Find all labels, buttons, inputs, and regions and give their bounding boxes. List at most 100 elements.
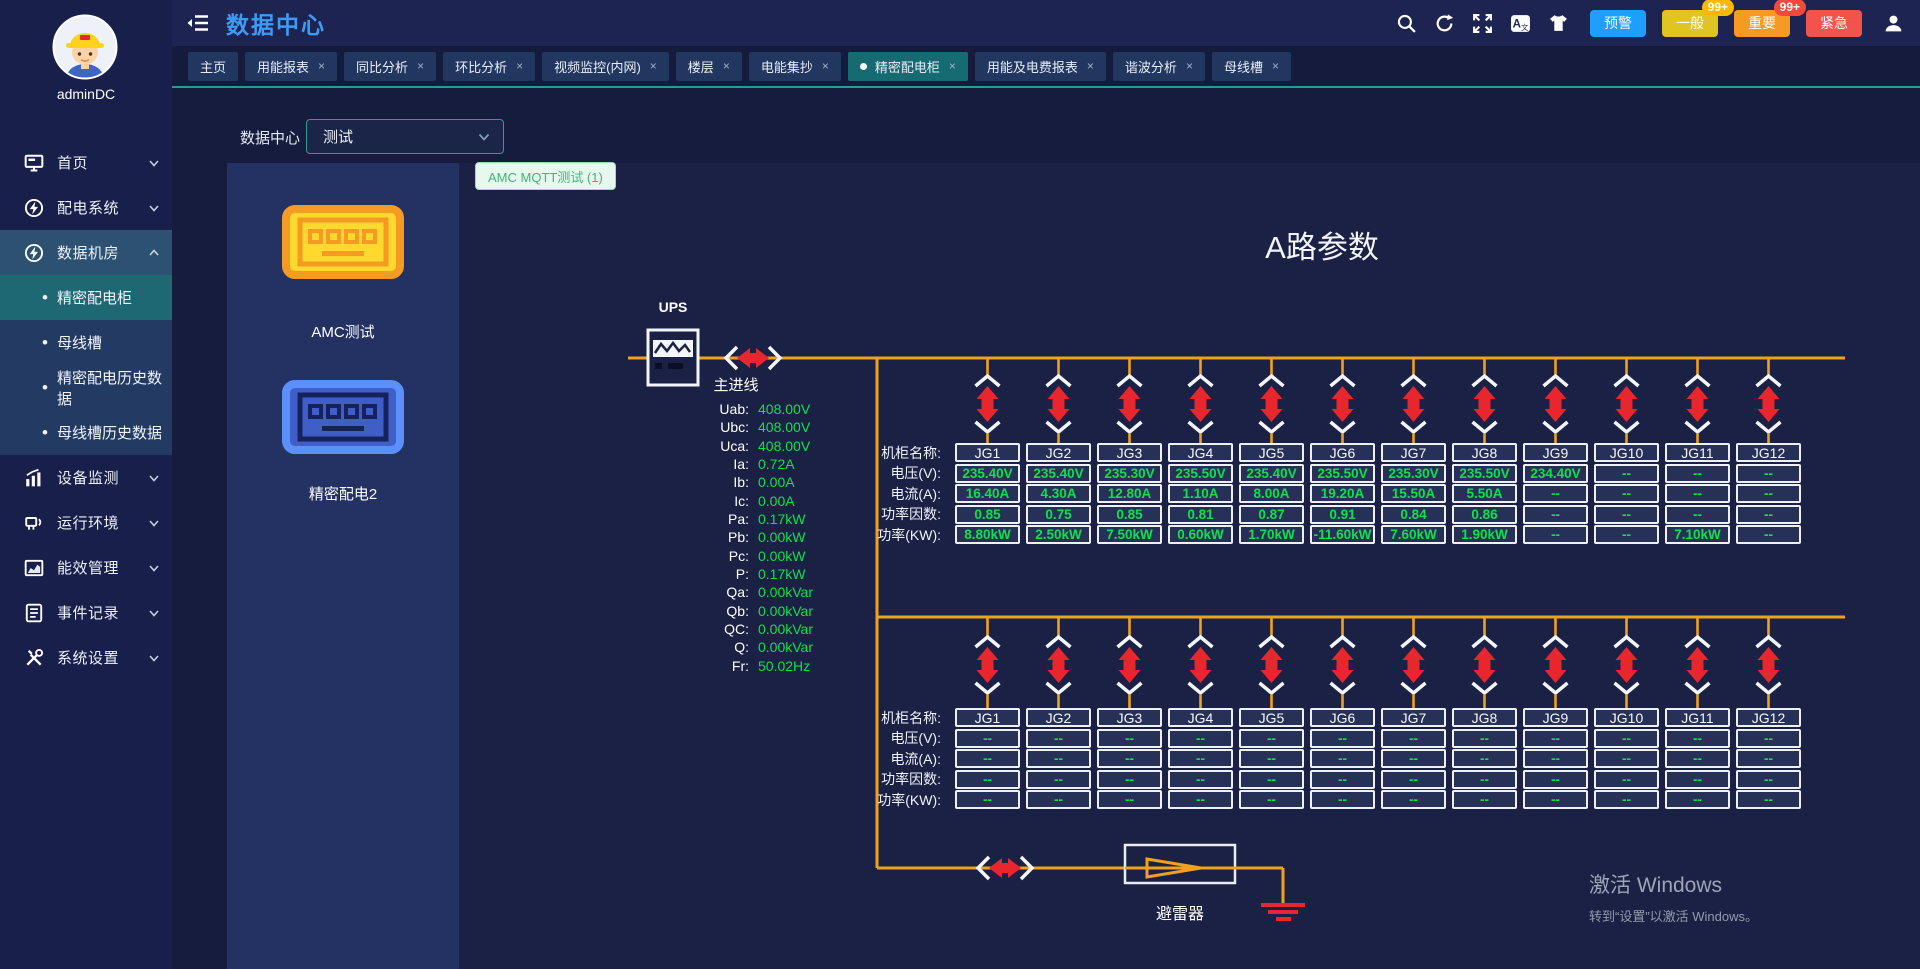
current-cell: 4.30A (1026, 484, 1091, 503)
avatar[interactable] (52, 14, 118, 80)
pf-cell: 0.86 (1452, 505, 1517, 524)
tab-6[interactable]: 电能集抄× (749, 52, 841, 81)
tab-0[interactable]: 主页 (188, 52, 238, 81)
alert-button-1[interactable]: 一般99+ (1662, 10, 1718, 37)
power-cell: -11.60kW (1310, 525, 1375, 544)
param-row: Uab:408.00V (599, 400, 813, 418)
close-icon[interactable]: × (516, 59, 523, 73)
row-label: 机柜名称: (851, 708, 949, 727)
sidebar-item-5[interactable]: 能效管理 (0, 545, 172, 590)
cabinet-name-cell: JG3 (1097, 443, 1162, 462)
current-cell: 1.10A (1168, 484, 1233, 503)
power-cell: -- (1452, 790, 1517, 809)
close-icon[interactable]: × (822, 59, 829, 73)
app-title: 数据中心 (226, 6, 326, 40)
voltage-cell: -- (1168, 729, 1233, 748)
sidebar-item-1[interactable]: 配电系统 (0, 185, 172, 230)
device-cabinet-icon[interactable] (282, 380, 404, 459)
close-icon[interactable]: × (650, 59, 657, 73)
pf-cell: -- (1523, 770, 1588, 789)
voltage-cell: -- (1736, 464, 1801, 483)
alert-button-0[interactable]: 预警 (1590, 10, 1646, 37)
power-cell: 7.50kW (1097, 525, 1162, 544)
tab-label: 谐波分析 (1125, 57, 1177, 76)
param-value: 50.02Hz (758, 657, 810, 675)
param-row: Ubc:408.00V (599, 418, 813, 436)
pf-cell: -- (1594, 770, 1659, 789)
search-icon[interactable] (1396, 13, 1417, 34)
current-cell: -- (1523, 749, 1588, 768)
param-label: Pb: (599, 528, 749, 546)
settings-icon (24, 648, 44, 668)
tab-label: 用能及电费报表 (987, 57, 1078, 76)
close-icon[interactable]: × (1186, 59, 1193, 73)
tab-4[interactable]: 视频监控(内网)× (542, 52, 669, 81)
power-cell: -- (955, 790, 1020, 809)
close-icon[interactable]: × (318, 59, 325, 73)
power-cell: -- (1736, 525, 1801, 544)
tab-10[interactable]: 母线槽× (1212, 52, 1291, 81)
tab-8[interactable]: 用能及电费报表 × (975, 52, 1106, 81)
tab-7[interactable]: 精密配电柜× (848, 52, 968, 81)
sidebar-item-6[interactable]: 事件记录 (0, 590, 172, 635)
sidebar-item-2[interactable]: 数据机房 (0, 230, 172, 275)
theme-shirt-icon[interactable] (1548, 13, 1569, 34)
alert-button-2[interactable]: 重要99+ (1734, 10, 1790, 37)
current-cell: -- (1736, 749, 1801, 768)
param-label: Ubc: (599, 418, 749, 436)
close-icon[interactable]: × (1087, 59, 1094, 73)
param-label: Qb: (599, 602, 749, 620)
close-icon[interactable]: × (417, 59, 424, 73)
close-icon[interactable]: × (723, 59, 730, 73)
sidebar-subitem-0[interactable]: •精密配电柜 (0, 275, 172, 320)
tab-9[interactable]: 谐波分析 × (1113, 52, 1205, 81)
sidebar-item-7[interactable]: 系统设置 (0, 635, 172, 680)
user-icon[interactable] (1883, 13, 1904, 34)
sidebar-item-0[interactable]: 首页 (0, 140, 172, 185)
voltage-cell: -- (1665, 464, 1730, 483)
param-value: 0.00A (758, 492, 795, 510)
tab-5[interactable]: 楼层× (676, 52, 742, 81)
sidebar-item-3[interactable]: 设备监测 (0, 455, 172, 500)
param-label: Fr: (599, 657, 749, 675)
sidebar-item-4[interactable]: 运行环境 (0, 500, 172, 545)
current-cell: 8.00A (1239, 484, 1304, 503)
current-cell: -- (1310, 749, 1375, 768)
username: adminDC (0, 86, 172, 102)
pf-cell: -- (1310, 770, 1375, 789)
chevron-down-icon (148, 652, 160, 664)
alert-button-3[interactable]: 紧急 (1806, 10, 1862, 37)
device-cabinet-icon[interactable] (282, 205, 404, 284)
close-icon[interactable]: × (949, 59, 956, 73)
cabinet-name-cell: JG5 (1239, 708, 1304, 727)
pf-cell: -- (1665, 505, 1730, 524)
tab-3[interactable]: 环比分析× (443, 52, 535, 81)
current-cell: -- (1381, 749, 1446, 768)
sidebar-subitem-2[interactable]: •精密配电历史数据 (0, 365, 172, 410)
fullscreen-icon[interactable] (1472, 13, 1493, 34)
cabinet-name-cell: JG11 (1665, 443, 1730, 462)
chevron-up-icon (148, 247, 160, 259)
refresh-icon[interactable] (1434, 13, 1455, 34)
sidebar-subitem-1[interactable]: •母线槽 (0, 320, 172, 365)
current-cell: -- (1665, 749, 1730, 768)
group-button[interactable]: AMC MQTT测试 (1) (475, 162, 616, 190)
power-cell: -- (1310, 790, 1375, 809)
sidebar-subitem-label: 精密配电历史数据 (57, 367, 172, 409)
active-dot-icon (860, 63, 867, 70)
translate-icon[interactable]: A 文 (1510, 13, 1531, 34)
sidebar-subitem-3[interactable]: •母线槽历史数据 (0, 410, 172, 455)
tab-1[interactable]: 用能报表× (245, 52, 337, 81)
arrester-label: 避雷器 (1110, 900, 1250, 924)
param-row: QC:0.00kVar (599, 620, 813, 638)
data-room-icon (24, 243, 44, 263)
cabinet-name-cell: JG10 (1594, 708, 1659, 727)
cabinet-name-cell: JG4 (1168, 443, 1233, 462)
voltage-cell: -- (1239, 729, 1304, 748)
tab-2[interactable]: 同比分析× (344, 52, 436, 81)
current-cell: 19.20A (1310, 484, 1375, 503)
voltage-cell: -- (1523, 729, 1588, 748)
close-icon[interactable]: × (1272, 59, 1279, 73)
menu-collapse-icon[interactable] (186, 13, 210, 33)
power-cell: 8.80kW (955, 525, 1020, 544)
